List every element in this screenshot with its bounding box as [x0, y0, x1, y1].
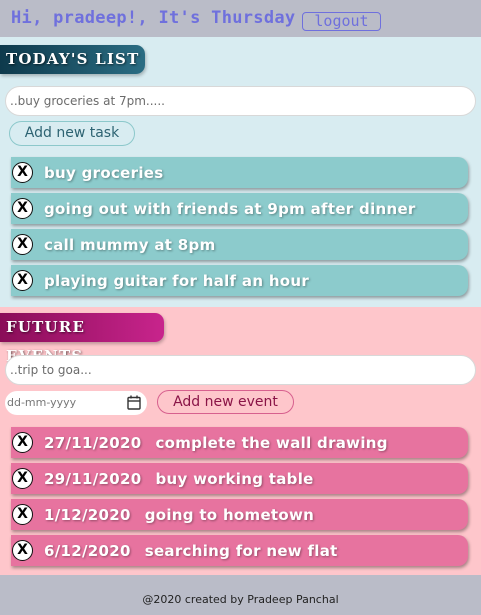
event-text: 6/12/2020 searching for new flat — [44, 542, 338, 560]
remove-task-button[interactable]: X — [12, 270, 33, 291]
event-date: 1/12/2020 — [44, 506, 131, 524]
task-item: X buy groceries — [11, 157, 468, 188]
event-description: going to hometown — [144, 506, 315, 524]
task-text: buy groceries — [44, 164, 164, 182]
task-item: X call mummy at 8pm — [11, 229, 468, 260]
event-description: buy working table — [155, 470, 314, 488]
event-text: 29/11/2020 buy working table — [44, 470, 314, 488]
event-item: X 29/11/2020 buy working table — [11, 463, 468, 494]
footer: @2020 created by Pradeep Panchal — [0, 575, 481, 615]
task-input[interactable] — [5, 86, 476, 116]
task-text: call mummy at 8pm — [44, 236, 216, 254]
task-text: playing guitar for half an hour — [44, 272, 310, 290]
task-text: going out with friends at 9pm after dinn… — [44, 200, 416, 218]
remove-event-button[interactable]: X — [12, 540, 33, 561]
calendar-icon[interactable] — [127, 395, 141, 410]
task-item: X going out with friends at 9pm after di… — [11, 193, 468, 224]
date-placeholder: dd-mm-yyyy — [7, 396, 77, 409]
event-text: 1/12/2020 going to hometown — [44, 506, 314, 524]
future-events-heading: FUTURE EVENTS — [0, 313, 164, 365]
event-input[interactable] — [5, 355, 476, 385]
event-description: searching for new flat — [144, 542, 338, 560]
remove-task-button[interactable]: X — [12, 198, 33, 219]
event-date: 6/12/2020 — [44, 542, 131, 560]
add-task-button[interactable]: Add new task — [9, 121, 135, 146]
remove-task-button[interactable]: X — [12, 234, 33, 255]
todays-list-section: TODAY'S LIST Add new task X buy grocerie… — [0, 37, 481, 307]
event-item: X 6/12/2020 searching for new flat — [11, 535, 468, 566]
event-date: 27/11/2020 — [44, 434, 142, 452]
event-date-input[interactable]: dd-mm-yyyy — [5, 391, 147, 415]
remove-task-button[interactable]: X — [12, 162, 33, 183]
event-item: X 1/12/2020 going to hometown — [11, 499, 468, 530]
remove-event-button[interactable]: X — [12, 468, 33, 489]
remove-event-button[interactable]: X — [12, 504, 33, 525]
event-item: X 27/11/2020 complete the wall drawing — [11, 427, 468, 458]
task-item: X playing guitar for half an hour — [11, 265, 468, 296]
add-event-button[interactable]: Add new event — [157, 390, 294, 414]
remove-event-button[interactable]: X — [12, 432, 33, 453]
greeting-text: Hi, pradeep!, It's Thursday — [11, 8, 296, 28]
event-description: complete the wall drawing — [155, 434, 388, 452]
top-bar: Hi, pradeep!, It's Thursday logout — [0, 0, 481, 37]
footer-credit: @2020 created by Pradeep Panchal — [142, 593, 339, 606]
todays-list-heading: TODAY'S LIST — [0, 45, 145, 74]
event-text: 27/11/2020 complete the wall drawing — [44, 434, 388, 452]
future-events-section: FUTURE EVENTS dd-mm-yyyy Add new event X… — [0, 307, 481, 575]
event-date: 29/11/2020 — [44, 470, 142, 488]
logout-button[interactable]: logout — [302, 12, 381, 31]
